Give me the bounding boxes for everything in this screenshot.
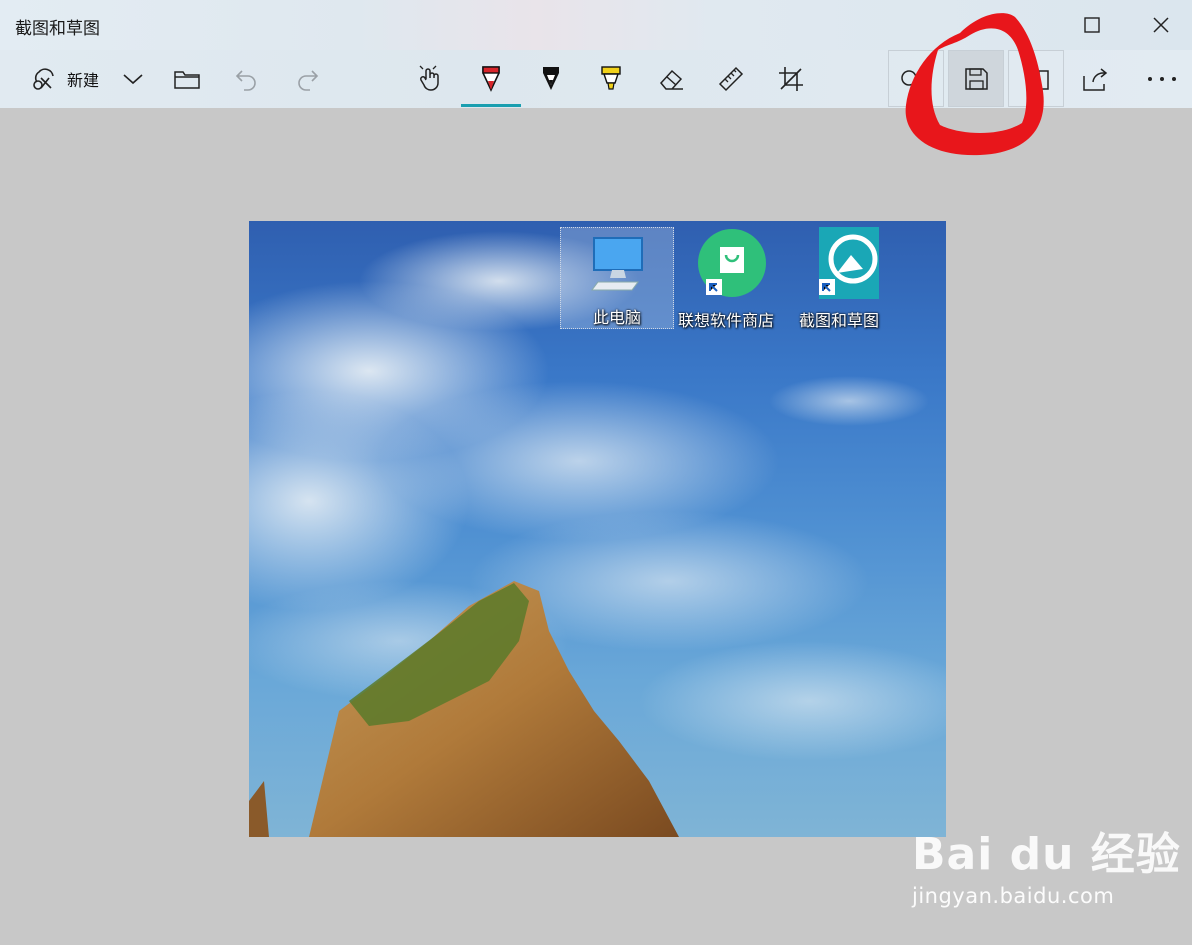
touch-writing-button[interactable] — [414, 60, 448, 98]
share-icon — [1083, 68, 1108, 91]
more-options-button[interactable] — [1142, 60, 1182, 98]
desktop-icon-lenovo-store[interactable]: 联想软件商店 — [670, 227, 782, 331]
pencil-icon — [543, 67, 559, 90]
computer-icon — [591, 237, 643, 291]
undo-icon — [235, 70, 256, 91]
desktop-icon-label: 联想软件商店 — [677, 311, 774, 330]
share-button[interactable] — [1078, 60, 1112, 98]
new-snip-dropdown[interactable] — [118, 60, 148, 98]
screenshot-canvas[interactable]: 此电脑 联想软件商店 截图和草图 — [249, 221, 946, 837]
selected-tool-indicator — [461, 104, 521, 107]
chevron-down-icon — [123, 74, 143, 85]
maximize-button[interactable] — [1072, 8, 1112, 42]
new-label: 新建 — [66, 71, 99, 90]
highlighter-button[interactable] — [594, 60, 628, 98]
snip-sketch-app-icon — [819, 227, 891, 299]
new-snip-button[interactable]: 新建 — [14, 60, 114, 98]
crop-icon — [779, 67, 803, 91]
eraser-button[interactable] — [654, 60, 688, 98]
folder-icon — [174, 71, 200, 89]
undo-button[interactable] — [230, 60, 264, 98]
shopping-bag-icon — [698, 229, 766, 297]
ballpoint-pen-button[interactable] — [474, 60, 508, 98]
ruler-button[interactable] — [714, 60, 748, 98]
highlighter-icon — [601, 66, 621, 90]
open-file-button[interactable] — [170, 60, 204, 98]
annotation-circle — [905, 13, 1044, 156]
desktop-icon-label: 截图和草图 — [798, 311, 879, 330]
watermark-logo: Bai du 经验 — [912, 829, 1181, 880]
desktop-icon-label: 此电脑 — [592, 308, 641, 327]
crop-button[interactable] — [774, 60, 808, 98]
desktop-icon-this-pc[interactable]: 此电脑 — [560, 227, 674, 329]
ruler-icon — [718, 66, 744, 92]
baidu-watermark: Bai du 经验 jingyan.baidu.com — [912, 818, 1181, 908]
window-title: 截图和草图 — [15, 19, 100, 39]
maximize-icon — [1084, 17, 1100, 33]
close-icon — [1153, 17, 1169, 33]
ballpoint-pen-icon — [482, 66, 500, 92]
touch-writing-icon — [419, 65, 439, 91]
redo-icon — [298, 70, 319, 91]
eraser-icon — [660, 69, 683, 90]
redo-button[interactable] — [290, 60, 324, 98]
new-snip-icon — [33, 68, 54, 90]
desktop-icon-snip-sketch[interactable]: 截图和草图 — [783, 227, 895, 331]
close-button[interactable] — [1141, 8, 1181, 42]
pencil-button[interactable] — [534, 60, 568, 98]
watermark-url: jingyan.baidu.com — [912, 884, 1115, 908]
more-icon — [1148, 77, 1176, 81]
